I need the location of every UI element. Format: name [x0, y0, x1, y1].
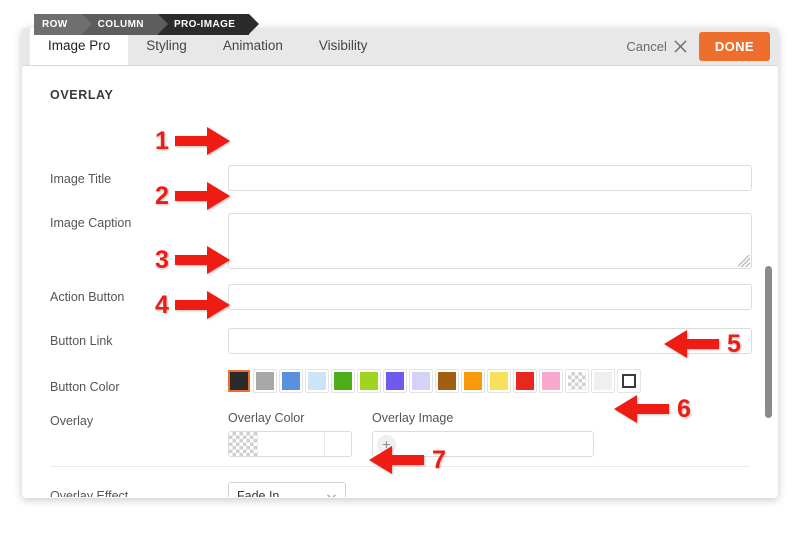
- breadcrumb-item-row[interactable]: ROW: [34, 14, 92, 35]
- panel-body: OVERLAY Image Title Image Caption Action…: [22, 66, 778, 497]
- color-swatch-7[interactable]: [384, 370, 406, 392]
- arrow-right-icon: [174, 291, 230, 319]
- overlay-color-input[interactable]: [257, 432, 324, 456]
- label-button-color: Button Color: [50, 380, 120, 394]
- color-swatch-11[interactable]: [488, 370, 510, 392]
- tab-visibility[interactable]: Visibility: [301, 28, 386, 65]
- color-swatch-3[interactable]: [280, 370, 302, 392]
- color-swatch-5[interactable]: [332, 370, 354, 392]
- image-title-input[interactable]: [228, 165, 752, 191]
- close-icon: [674, 39, 687, 53]
- annotation-number: 4: [155, 290, 169, 319]
- chevron-down-icon: [327, 494, 336, 497]
- scrollbar-thumb[interactable]: [765, 266, 772, 418]
- annotation-number: 7: [432, 445, 446, 474]
- label-overlay-color: Overlay Color: [228, 411, 305, 425]
- breadcrumb-label: COLUMN: [97, 19, 144, 30]
- breadcrumb-label: ROW: [42, 19, 68, 30]
- label-action-button: Action Button: [50, 290, 125, 304]
- header-actions: Cancel DONE: [626, 28, 778, 65]
- textarea-resize-handle[interactable]: [738, 255, 750, 267]
- breadcrumb-item-pro-image[interactable]: PRO-IMAGE: [157, 14, 260, 35]
- cancel-button[interactable]: Cancel: [626, 38, 687, 54]
- arrow-left-icon: [614, 395, 669, 423]
- annotation-number: 2: [155, 181, 169, 210]
- tab-label: Visibility: [318, 38, 368, 53]
- label-image-caption: Image Caption: [50, 216, 132, 230]
- label-image-title: Image Title: [50, 172, 112, 186]
- color-swatch-9[interactable]: [436, 370, 458, 392]
- overlay-effect-value: Fade In: [237, 489, 280, 497]
- annotation-number: 3: [155, 245, 169, 274]
- color-swatch-6[interactable]: [358, 370, 380, 392]
- label-overlay-image: Overlay Image: [372, 411, 454, 425]
- color-swatch-13[interactable]: [540, 370, 562, 392]
- annotation-arrow-7: 7: [368, 445, 446, 475]
- annotation-number: 5: [727, 329, 741, 358]
- arrow-right-icon: [174, 246, 230, 274]
- annotation-arrow-3: 3: [155, 245, 231, 275]
- overlay-color-dropdown[interactable]: [324, 432, 351, 456]
- color-swatch-2[interactable]: [254, 370, 276, 392]
- color-swatch-1[interactable]: [228, 370, 250, 392]
- annotation-number: 1: [155, 126, 169, 155]
- arrow-left-icon: [664, 330, 719, 358]
- action-button-input[interactable]: [228, 284, 752, 310]
- breadcrumb: ROW COLUMN PRO-IMAGE: [34, 14, 260, 35]
- arrow-left-icon: [369, 446, 424, 474]
- color-swatch-10[interactable]: [462, 370, 484, 392]
- color-swatch-4[interactable]: [306, 370, 328, 392]
- overlay-color-swatch[interactable]: [229, 432, 257, 456]
- breadcrumb-item-column[interactable]: COLUMN: [81, 14, 169, 35]
- tab-label: Image Pro: [48, 38, 111, 53]
- image-caption-textarea[interactable]: [228, 213, 752, 269]
- color-swatch-16[interactable]: [618, 370, 640, 392]
- overlay-color-control[interactable]: [228, 431, 352, 457]
- tab-label: Styling: [146, 38, 187, 53]
- color-swatch-12[interactable]: [514, 370, 536, 392]
- section-title-overlay: OVERLAY: [50, 88, 114, 102]
- overlay-effect-select[interactable]: Fade In: [228, 482, 346, 497]
- annotation-arrow-2: 2: [155, 181, 231, 211]
- settings-panel: Image Pro Styling Animation Visibility C…: [22, 28, 778, 498]
- button-color-swatches: [228, 370, 640, 392]
- done-button[interactable]: DONE: [698, 31, 770, 61]
- color-swatch-8[interactable]: [410, 370, 432, 392]
- annotation-arrow-6: 6: [613, 394, 691, 424]
- annotation-number: 6: [677, 394, 691, 423]
- arrow-right-icon: [174, 182, 230, 210]
- tab-label: Animation: [222, 38, 283, 53]
- annotation-arrow-4: 4: [155, 290, 231, 320]
- annotation-arrow-1: 1: [155, 126, 231, 156]
- color-swatch-15[interactable]: [592, 370, 614, 392]
- label-overlay: Overlay: [50, 414, 94, 428]
- arrow-right-icon: [174, 127, 230, 155]
- cancel-label: Cancel: [626, 38, 667, 54]
- label-button-link: Button Link: [50, 334, 113, 348]
- breadcrumb-label: PRO-IMAGE: [173, 19, 236, 30]
- panel-scrollbar[interactable]: [762, 66, 774, 497]
- color-swatch-14[interactable]: [566, 370, 588, 392]
- annotation-arrow-5: 5: [663, 329, 741, 359]
- label-overlay-effect: Overlay Effect: [50, 489, 129, 497]
